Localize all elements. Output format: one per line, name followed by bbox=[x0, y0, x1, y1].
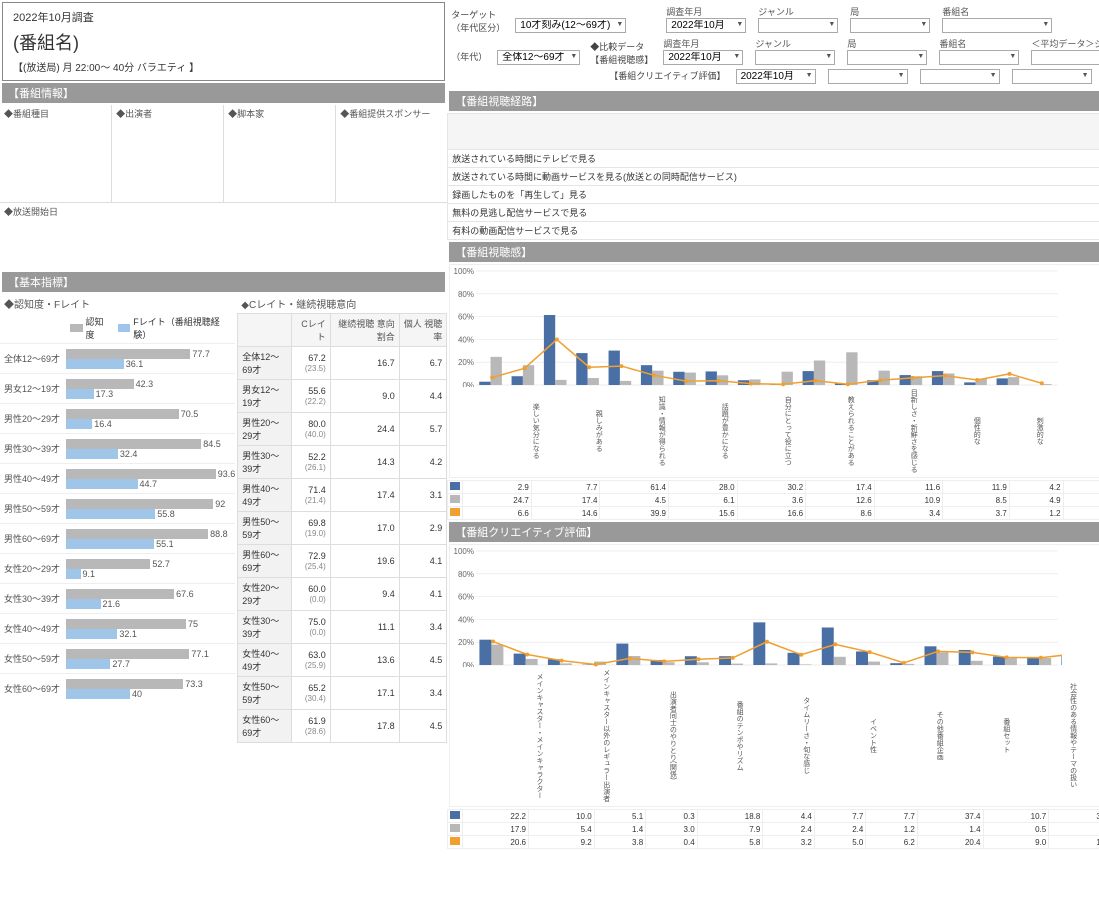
compare-program-select[interactable] bbox=[939, 50, 1019, 65]
rate-row: 男性40～49才71.4(21.4)17.43.1 bbox=[238, 479, 447, 512]
rate-row: 男性30～39才52.2(26.1)14.34.2 bbox=[238, 446, 447, 479]
svg-text:100%: 100% bbox=[454, 547, 474, 556]
info-type: ◆番組種目 bbox=[0, 105, 112, 122]
survey-month-select[interactable]: 2022年10月 bbox=[666, 18, 746, 33]
rate-row: 女性40～49才63.0(25.9)13.64.5 bbox=[238, 644, 447, 677]
hbar-row: 女性20～29才 52.7 9.1 bbox=[0, 553, 235, 583]
rate-row: 女性20～29才60.0(0.0)9.44.1 bbox=[238, 578, 447, 611]
program-title: (番組名) bbox=[13, 29, 434, 55]
rate-row: 男性60～69才72.9(25.4)19.64.1 bbox=[238, 545, 447, 578]
hbar-row: 男性60～69才 88.8 55.1 bbox=[0, 523, 235, 553]
svg-text:40%: 40% bbox=[458, 335, 474, 344]
hbar-row: 女性40～49才 75 32.1 bbox=[0, 613, 235, 643]
hbar-row: 女性50～59才 77.1 27.7 bbox=[0, 643, 235, 673]
info-body bbox=[0, 122, 447, 202]
compare-genre-select[interactable] bbox=[755, 50, 835, 65]
svg-text:0%: 0% bbox=[463, 661, 475, 667]
rate-row: 男性20～29才80.0(40.0)24.45.7 bbox=[238, 413, 447, 446]
creative-filter-label: 【番組クリエイティブ評価】 bbox=[609, 69, 725, 85]
svg-text:40%: 40% bbox=[458, 615, 474, 624]
hbar-row: 全体12～69才 77.7 36.1 bbox=[0, 343, 235, 373]
hbar-row: 男性20～29才 70.5 16.4 bbox=[0, 403, 235, 433]
age-range-select[interactable]: 全体12～69才 bbox=[497, 50, 580, 65]
hbar-title: ◆認知度・Fレイト bbox=[0, 294, 235, 313]
creative-month-select[interactable]: 2022年10月 bbox=[736, 69, 816, 84]
avg-genre-select[interactable] bbox=[1031, 50, 1099, 65]
rate-table: Cレイト 継続視聴 意向割合 個人 視聴率 全体12～69才67.2(23.5)… bbox=[237, 313, 447, 743]
section-creative: 【番組クリエイティブ評価】 bbox=[449, 522, 1099, 542]
svg-text:20%: 20% bbox=[458, 358, 474, 367]
svg-text:80%: 80% bbox=[458, 570, 474, 579]
info-headers: ◆番組種目 ◆出演者 ◆脚本家 ◆番組提供スポンサー bbox=[0, 105, 447, 122]
program-header: 2022年10月調査 (番組名) 【(放送局) 月 22:00～ 40分 バラエ… bbox=[2, 2, 445, 81]
hbar-row: 男女12～19才 42.3 17.3 bbox=[0, 373, 235, 403]
viewing-path-row: 放送されている時間に動画サービスを見る(放送との同時配信サービス)1.610.6… bbox=[448, 168, 1099, 186]
rate-row: 女性30～39才75.0(0.0)11.13.4 bbox=[238, 611, 447, 644]
viewing-path-row: 放送されている時間にテレビで見る93.683.996.142.785.9 bbox=[448, 150, 1099, 168]
viewing-feel-numbers: 2.97.761.428.030.217.411.611.94.20.312.2… bbox=[447, 480, 1099, 520]
creative-sel4[interactable] bbox=[1012, 69, 1092, 84]
survey-date: 2022年10月調査 bbox=[13, 9, 434, 25]
rate-title: ◆Cレイト・継続視聴意向 bbox=[237, 294, 447, 313]
info-sponsor: ◆番組提供スポンサー bbox=[336, 105, 447, 122]
rate-row: 男性50～59才69.8(19.0)17.02.9 bbox=[238, 512, 447, 545]
svg-text:60%: 60% bbox=[458, 593, 474, 602]
section-basic: 【基本指標】 bbox=[2, 272, 445, 292]
program-subtitle: 【(放送局) 月 22:00～ 40分 バラエティ 】 bbox=[13, 59, 434, 74]
info-start-date: ◆放送開始日 bbox=[0, 202, 447, 220]
rate-row: 女性50～59才65.2(30.4)17.13.4 bbox=[238, 677, 447, 710]
svg-text:0%: 0% bbox=[463, 381, 475, 387]
rate-row: 女性60～69才61.9(28.6)17.84.5 bbox=[238, 710, 447, 743]
viewing-feel-chart: 0%20%40%60%80%100%楽しい気分になる親しみがある知識・情報が得ら… bbox=[449, 264, 1099, 478]
hbar-row: 男性30～39才 84.5 32.4 bbox=[0, 433, 235, 463]
rate-row: 男女12～19才55.6(22.2)9.04.4 bbox=[238, 380, 447, 413]
info-cast: ◆出演者 bbox=[112, 105, 224, 122]
legend-frate: Fレイト（番組視聴経験） bbox=[118, 315, 228, 341]
compare-station-select[interactable] bbox=[847, 50, 927, 65]
hbar-row: 男性50～59才 92 55.8 bbox=[0, 493, 235, 523]
viewing-path-row: 有料の動画配信サービスで見る12.30.413.31.4 bbox=[448, 222, 1099, 240]
target-age-select[interactable]: 10才刻み(12～69才) bbox=[515, 18, 626, 33]
svg-text:80%: 80% bbox=[458, 290, 474, 299]
legend-ninchi: 認知度 bbox=[70, 315, 110, 341]
hbar-row: 女性60～69才 73.3 40 bbox=[0, 673, 235, 703]
target-label: ターゲット （年代区分） bbox=[451, 8, 505, 34]
creative-numbers: 22.210.05.10.318.84.47.77.737.410.732.91… bbox=[447, 809, 1099, 849]
hbar-row: 女性30～39才 67.6 21.6 bbox=[0, 583, 235, 613]
info-writer: ◆脚本家 bbox=[224, 105, 336, 122]
viewing-path-row: 録画したものを「再生して」見る6.815.62.947.415 bbox=[448, 186, 1099, 204]
viewing-path-table: 当該 番組 全番組 平均 ジャンル平均 情報番組 ドラマ バラエティ 放送されて… bbox=[447, 113, 1099, 240]
section-viewing-path: 【番組視聴経路】 bbox=[449, 91, 1099, 111]
compare-label: ◆比較データ 【番組視聴感】 bbox=[590, 40, 653, 66]
section-program-info: 【番組情報】 bbox=[2, 83, 445, 103]
svg-text:60%: 60% bbox=[458, 313, 474, 322]
filter-panel: ターゲット （年代区分） 10才刻み(12～69才) 調査年月 2022年10月… bbox=[447, 0, 1099, 89]
station-select[interactable] bbox=[850, 18, 930, 33]
program-select[interactable] bbox=[942, 18, 1052, 33]
compare-month-select[interactable]: 2022年10月 bbox=[663, 50, 743, 65]
svg-text:100%: 100% bbox=[454, 267, 474, 276]
section-viewing-feel: 【番組視聴感】 bbox=[449, 242, 1099, 262]
svg-text:20%: 20% bbox=[458, 638, 474, 647]
creative-sel3[interactable] bbox=[920, 69, 1000, 84]
genre-select[interactable] bbox=[758, 18, 838, 33]
creative-sel2[interactable] bbox=[828, 69, 908, 84]
creative-chart: 0%20%40%60%80%100%メインキャスター・メインキャラクターメインキ… bbox=[449, 544, 1099, 807]
hbar-row: 男性40～49才 93.6 44.7 bbox=[0, 463, 235, 493]
rate-row: 全体12～69才67.2(23.5)16.76.7 bbox=[238, 347, 447, 380]
viewing-path-row: 無料の見逃し配信サービスで見る2.32.81.39.82.3 bbox=[448, 204, 1099, 222]
age-label: （年代） bbox=[451, 50, 487, 66]
hbar-chart: 全体12～69才 77.7 36.1 男女12～19才 42.3 17.3 男性… bbox=[0, 343, 235, 703]
